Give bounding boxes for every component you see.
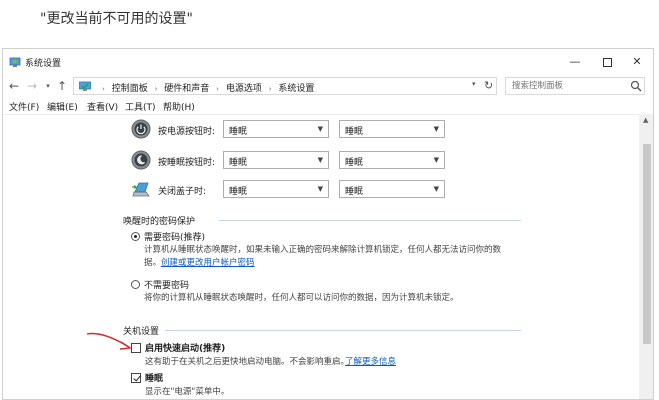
title-bar: 系统设置 — ✕ bbox=[3, 49, 653, 75]
scroll-up-icon[interactable]: ▲ bbox=[643, 116, 648, 124]
sleep-button-icon bbox=[131, 150, 151, 170]
chevron-down-icon: ▼ bbox=[433, 185, 439, 193]
learn-more-link[interactable]: 了解更多信息 bbox=[345, 355, 396, 367]
recent-locations-chevron-icon[interactable]: ▾ bbox=[41, 78, 55, 94]
search-box[interactable] bbox=[505, 77, 645, 95]
chevron-down-icon: ▼ bbox=[317, 156, 323, 164]
select-value: 睡眠 bbox=[229, 187, 248, 197]
power-button-plugged-select[interactable]: 睡眠 ▼ bbox=[339, 120, 445, 138]
require-password-label[interactable]: 需要密码(推荐) bbox=[144, 230, 205, 243]
menu-view[interactable]: 查看(V) bbox=[87, 100, 118, 113]
breadcrumb-separator-icon: › bbox=[154, 85, 158, 93]
annotation-arrow-icon bbox=[86, 332, 133, 350]
close-button[interactable]: ✕ bbox=[623, 53, 651, 71]
breadcrumb: › 控制面板 › 硬件和声音 › 电源选项 › 系统设置 bbox=[98, 81, 314, 94]
maximize-button[interactable] bbox=[593, 53, 621, 71]
no-password-description: 将你的计算机从睡眠状态唤醒时，任何人都可以访问你的数据，因为计算机未锁定。 bbox=[144, 293, 459, 303]
sleep-checkbox[interactable] bbox=[131, 373, 141, 383]
breadcrumb-power-options[interactable]: 电源选项 bbox=[226, 84, 262, 94]
lid-close-label: 关闭盖子时: bbox=[158, 187, 207, 197]
breadcrumb-separator-icon: › bbox=[268, 85, 272, 93]
menu-help[interactable]: 帮助(H) bbox=[163, 100, 195, 113]
address-bar: ← → ▾ ↑ › 控制面板 › 硬件和声音 › 电源选项 › 系统设置 ▾ ↻ bbox=[3, 75, 653, 97]
forward-arrow-icon[interactable]: → bbox=[25, 78, 39, 94]
refresh-icon[interactable]: ↻ bbox=[484, 79, 493, 92]
breadcrumb-system-settings[interactable]: 系统设置 bbox=[278, 84, 314, 94]
lid-close-plugged-select[interactable]: 睡眠 ▼ bbox=[339, 180, 445, 198]
control-panel-icon bbox=[9, 57, 21, 67]
maximize-icon bbox=[602, 57, 612, 67]
fast-startup-description: 这有助于在关机之后更快地启动电脑。不会影响重启。 bbox=[145, 357, 350, 367]
section-divider bbox=[219, 220, 521, 221]
select-value: 睡眠 bbox=[229, 127, 248, 137]
breadcrumb-hardware-sound[interactable]: 硬件和声音 bbox=[164, 84, 209, 94]
breadcrumb-control-panel[interactable]: 控制面板 bbox=[112, 84, 148, 94]
chevron-down-icon: ▼ bbox=[317, 185, 323, 193]
breadcrumb-separator-icon: › bbox=[102, 85, 105, 93]
lid-close-battery-select[interactable]: 睡眠 ▼ bbox=[223, 180, 329, 198]
sleep-button-row: 按睡眠按钮时: 睡眠 ▼ 睡眠 ▼ bbox=[131, 150, 461, 172]
laptop-lid-icon bbox=[132, 182, 150, 197]
select-value: 睡眠 bbox=[229, 158, 248, 168]
search-icon[interactable] bbox=[630, 80, 642, 92]
address-dropdown-chevron-icon[interactable]: ▾ bbox=[472, 80, 476, 88]
fast-startup-label[interactable]: 启用快速启动(推荐) bbox=[145, 341, 225, 354]
back-arrow-icon[interactable]: ← bbox=[7, 78, 21, 94]
minimize-button[interactable]: — bbox=[561, 53, 589, 71]
menu-edit[interactable]: 编辑(E) bbox=[47, 100, 78, 113]
sleep-option-description: 显示在"电源"菜单中。 bbox=[145, 387, 230, 397]
no-password-label[interactable]: 不需要密码 bbox=[144, 278, 189, 291]
chevron-down-icon: ▼ bbox=[433, 156, 439, 164]
sleep-button-label: 按睡眠按钮时: bbox=[158, 158, 216, 168]
control-panel-location-icon bbox=[79, 81, 91, 91]
select-value: 睡眠 bbox=[345, 127, 364, 137]
change-password-link[interactable]: 创建或更改用户帐户密码 bbox=[161, 256, 255, 268]
section-divider bbox=[165, 330, 521, 331]
sleep-button-battery-select[interactable]: 睡眠 ▼ bbox=[223, 151, 329, 169]
power-button-label: 按电源按钮时: bbox=[158, 127, 216, 137]
up-arrow-icon[interactable]: ↑ bbox=[55, 78, 69, 94]
require-password-radio[interactable] bbox=[131, 232, 140, 241]
lid-close-row: 关闭盖子时: 睡眠 ▼ 睡眠 ▼ bbox=[131, 179, 461, 201]
chevron-down-icon: ▼ bbox=[433, 125, 439, 133]
power-button-icon bbox=[131, 119, 151, 139]
power-button-battery-select[interactable]: 睡眠 ▼ bbox=[223, 120, 329, 138]
menu-bar: 文件(F) 编辑(E) 查看(V) 工具(T) 帮助(H) bbox=[3, 97, 653, 114]
select-value: 睡眠 bbox=[345, 187, 364, 197]
menu-tools[interactable]: 工具(T) bbox=[125, 100, 156, 113]
vertical-scrollbar[interactable]: ▲ bbox=[639, 114, 653, 399]
select-value: 睡眠 bbox=[345, 158, 364, 168]
window-title: 系统设置 bbox=[25, 59, 62, 69]
menu-file[interactable]: 文件(F) bbox=[9, 100, 39, 113]
require-password-description-line1: 计算机从睡眠状态唤醒时，如果未输入正确的密码来解除计算机锁定，任何人都无法访问你… bbox=[144, 245, 502, 255]
no-password-radio[interactable] bbox=[131, 280, 140, 289]
page-caption: "更改当前不可用的设置" bbox=[40, 11, 193, 27]
sleep-option-label[interactable]: 睡眠 bbox=[145, 371, 163, 384]
power-button-row: 按电源按钮时: 睡眠 ▼ 睡眠 ▼ bbox=[131, 119, 461, 141]
breadcrumb-separator-icon: › bbox=[216, 85, 219, 93]
chevron-down-icon: ▼ bbox=[317, 125, 323, 133]
scrollbar-thumb[interactable] bbox=[643, 144, 651, 344]
sleep-button-plugged-select[interactable]: 睡眠 ▼ bbox=[339, 151, 445, 169]
address-field[interactable]: › 控制面板 › 硬件和声音 › 电源选项 › 系统设置 ▾ ↻ bbox=[73, 77, 497, 95]
settings-content: 按电源按钮时: 睡眠 ▼ 睡眠 ▼ 按睡眠按钮时: 睡眠 ▼ 睡眠 ▼ 关闭盖子… bbox=[3, 114, 639, 399]
require-password-description-line2: 据。 bbox=[144, 258, 162, 268]
search-input[interactable] bbox=[512, 79, 630, 93]
password-section-title: 唤醒时的密码保护 bbox=[123, 217, 196, 227]
